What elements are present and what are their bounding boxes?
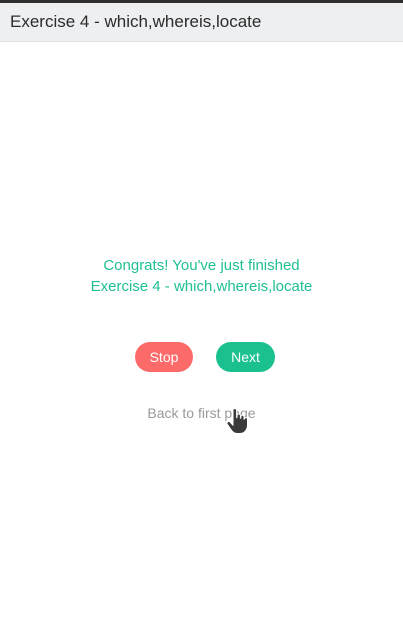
stop-button[interactable]: Stop <box>135 342 193 372</box>
completion-message-line-2: Exercise 4 - which,whereis,locate <box>90 278 313 295</box>
main-content: Congrats! You've just finished Exercise … <box>0 42 403 631</box>
title-bar: Exercise 4 - which,whereis,locate <box>0 3 403 42</box>
completion-message: Congrats! You've just finished Exercise … <box>0 255 403 297</box>
app-window: Exercise 4 - which,whereis,locate Congra… <box>0 0 403 631</box>
next-button[interactable]: Next <box>216 342 275 372</box>
page-title: Exercise 4 - which,whereis,locate <box>10 12 262 31</box>
back-to-first-page-link[interactable]: Back to first page <box>0 405 403 421</box>
completion-message-line-1: Congrats! You've just finished <box>103 257 300 274</box>
hand-pointer-icon <box>226 408 248 434</box>
